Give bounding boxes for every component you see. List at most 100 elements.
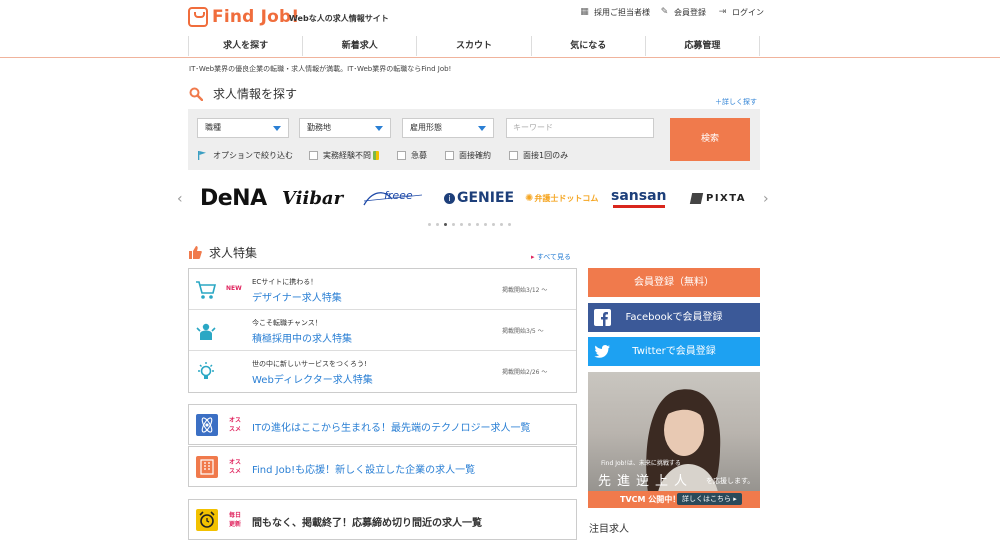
flag-icon [198, 151, 206, 160]
login-link-label: ログイン [732, 8, 764, 17]
ad-details-button[interactable]: 詳しくはこちら ▸ [677, 493, 742, 505]
feature-subtitle: 世の中に新しいサービスをつくろう! [252, 360, 367, 368]
nav-new-jobs[interactable]: 新着求人 [302, 36, 416, 56]
register-button[interactable]: 会員登録（無料） [588, 268, 760, 297]
carousel-dot[interactable] [436, 223, 439, 226]
chevron-right-icon: ▸ [531, 253, 535, 261]
carousel-dot-active[interactable] [444, 223, 447, 226]
checkbox[interactable] [445, 151, 454, 160]
carousel-dot[interactable] [484, 223, 487, 226]
tvcm-ad-banner[interactable]: Find Job!は、未来に挑戦する 先進逆上人 を応援します。 TVCM 公開… [588, 372, 760, 508]
feature-title[interactable]: Webディレクター求人特集 [252, 371, 373, 386]
carousel-dot[interactable] [452, 223, 455, 226]
logo-text: Find Job! [212, 7, 300, 27]
see-all-link[interactable]: ▸ すべて見る [531, 252, 571, 262]
employment-type-select-label: 雇用形態 [410, 123, 442, 132]
recommend-item[interactable]: オス スメ Find Job!も応援！新しく設立した企業の求人一覧 [188, 446, 577, 487]
login-link[interactable]: ⇥ ログイン [718, 7, 764, 18]
job-type-select[interactable]: 職種 [197, 118, 289, 138]
recommend-text[interactable]: 間もなく、掲載終了！応募締め切り間近の求人一覧 [252, 514, 482, 529]
brand-logo-sansan[interactable]: sansan [611, 183, 667, 213]
advanced-search-link[interactable]: ＋詳しく探す [715, 97, 757, 107]
checkbox[interactable] [309, 151, 318, 160]
carousel-dot[interactable] [460, 223, 463, 226]
feature-subtitle: 今こそ転職チャンス！ [252, 319, 322, 327]
tag-line: 毎日 [229, 512, 242, 519]
nav-search-jobs[interactable]: 求人を探す [188, 36, 302, 56]
pencil-icon: ✎ [660, 7, 669, 17]
brand-logo-geniee[interactable]: i GENIEE [444, 183, 514, 213]
chevron-down-icon [273, 126, 281, 131]
option-single-interview[interactable]: 面接1回のみ [509, 150, 568, 161]
search-button[interactable]: 検索 [670, 118, 750, 161]
brand-name: DeNA [200, 185, 267, 211]
location-select-label: 勤務地 [307, 123, 331, 132]
ad-headline: 先進逆上人 [598, 474, 694, 489]
carousel-dot[interactable] [428, 223, 431, 226]
option-interview-guaranteed[interactable]: 面接確約 [445, 150, 491, 161]
chevron-down-icon [478, 126, 486, 131]
option-no-experience-label: 実務経験不問 [323, 151, 371, 160]
brand-logo-viibar[interactable]: Viibar [282, 183, 343, 213]
nav-scout[interactable]: スカウト [416, 36, 530, 56]
feature-item[interactable]: 世の中に新しいサービスをつくろう! Webディレクター求人特集 掲載開始2/26… [189, 351, 576, 392]
brand-logo-bengoshi[interactable]: ✺ 弁護士ドットコム [525, 183, 598, 213]
carousel-dot[interactable] [492, 223, 495, 226]
twitter-register-label: Twitterで会員登録 [632, 346, 716, 357]
employment-type-select[interactable]: 雇用形態 [402, 118, 494, 138]
options-label: オプションで絞り込む [213, 151, 293, 160]
facebook-register-button[interactable]: Facebookで会員登録 [588, 303, 760, 332]
checkbox[interactable] [509, 151, 518, 160]
checkbox[interactable] [397, 151, 406, 160]
option-filters: オプションで絞り込む 実務経験不問 急募 面接確約 面接1回のみ [198, 150, 568, 161]
brand-logo-pixta[interactable]: PIXTA [689, 183, 747, 213]
recommend-tag: オス スメ [229, 458, 241, 476]
ad-tvcm-label: TVCM 公開中！ [620, 495, 681, 504]
brand-logo-dena[interactable]: DeNA [200, 183, 267, 213]
recommend-tag: オス スメ [229, 416, 241, 434]
feature-item[interactable]: NEW ECサイトに携わる！ デザイナー求人特集 掲載開始3/12 〜 [189, 269, 576, 310]
carousel-dot[interactable] [500, 223, 503, 226]
carousel-dot[interactable] [468, 223, 471, 226]
feature-date: 掲載開始3/5 〜 [502, 328, 544, 335]
search-panel: 職種 勤務地 雇用形態 キーワード 検索 オプションで絞り込む 実務経験不問 急… [188, 109, 760, 170]
search-heading: 求人情報を探す [189, 85, 297, 102]
option-urgent-label: 急募 [411, 151, 427, 160]
nav-applications[interactable]: 応募管理 [644, 36, 761, 56]
recommend-item[interactable]: 毎日更新 間もなく、掲載終了！応募締め切り間近の求人一覧 [188, 499, 577, 540]
people-icon [196, 323, 216, 340]
recruiter-link[interactable]: ▦ 採用ご担当者様 [580, 7, 650, 18]
keyword-input[interactable]: キーワード [506, 118, 654, 138]
site-logo[interactable]: Find Job! [188, 7, 299, 27]
twitter-register-button[interactable]: Twitterで会員登録 [588, 337, 760, 366]
tag-line: スメ [229, 426, 242, 433]
register-link[interactable]: ✎ 会員登録 [660, 7, 706, 18]
brand-logo-freee[interactable]: freee [362, 183, 424, 213]
login-icon: ⇥ [718, 7, 727, 17]
location-select[interactable]: 勤務地 [299, 118, 391, 138]
nav-favorites[interactable]: 気になる [530, 36, 645, 56]
features-title: 求人特集 [209, 246, 258, 260]
job-type-select-label: 職種 [205, 123, 221, 132]
carousel-dot[interactable] [476, 223, 479, 226]
lightbulb-icon [198, 362, 214, 379]
ad-headline-suffix: を応援します。 [706, 477, 755, 485]
tag-line: オス [229, 459, 242, 466]
recommend-text[interactable]: Find Job!も応援！新しく設立した企業の求人一覧 [252, 461, 475, 476]
feature-date: 掲載開始3/12 〜 [502, 287, 548, 294]
feature-title[interactable]: デザイナー求人特集 [252, 289, 342, 304]
carousel-next-icon[interactable]: › [763, 191, 769, 207]
option-urgent[interactable]: 急募 [397, 150, 427, 161]
carousel-prev-icon[interactable]: ‹ [177, 191, 183, 207]
recruiter-link-label: 採用ご担当者様 [594, 8, 650, 17]
site-header: Find Job! Webな人の求人情報サイト ▦ 採用ご担当者様 ✎ 会員登録… [0, 0, 1000, 58]
option-no-experience[interactable]: 実務経験不問 [309, 150, 379, 161]
recommend-text[interactable]: ITの進化はここから生まれる！最先端のテクノロジー求人一覧 [252, 419, 530, 434]
brand-name: PIXTA [706, 192, 747, 204]
recommend-item[interactable]: オス スメ ITの進化はここから生まれる！最先端のテクノロジー求人一覧 [188, 404, 577, 445]
feature-title[interactable]: 積極採用中の求人特集 [252, 330, 352, 345]
tag-line: 更新 [229, 521, 242, 528]
feature-item[interactable]: 今こそ転職チャンス！ 積極採用中の求人特集 掲載開始3/5 〜 [189, 310, 576, 351]
building-icon: ▦ [580, 7, 589, 17]
carousel-dot[interactable] [508, 223, 511, 226]
